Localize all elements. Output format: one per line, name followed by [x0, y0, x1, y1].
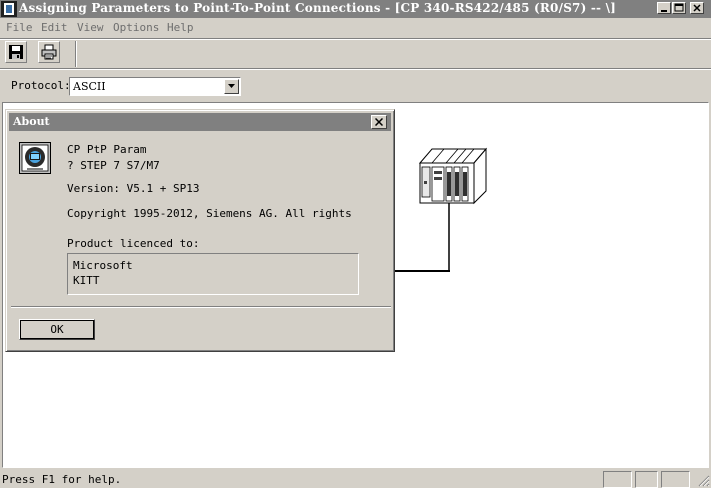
- close-icon: [693, 4, 701, 12]
- menu-help[interactable]: Help: [167, 21, 194, 34]
- print-button[interactable]: [38, 41, 60, 63]
- about-copyright: Copyright 1995-2012, Siemens AG. All rig…: [67, 207, 352, 220]
- plc-rack-icon[interactable]: [416, 147, 490, 273]
- status-panel-2: [635, 471, 658, 488]
- licensee-line-2: KITT: [73, 274, 100, 287]
- menu-file[interactable]: File: [6, 21, 33, 34]
- about-separator: [11, 306, 391, 308]
- ok-button[interactable]: OK: [19, 319, 95, 340]
- minimize-icon: [661, 10, 667, 12]
- menu-bar: File Edit View Options Help: [0, 18, 711, 38]
- app-icon[interactable]: [1, 1, 17, 17]
- protocol-label: Protocol:: [11, 79, 71, 92]
- menu-options[interactable]: Options: [113, 21, 159, 34]
- close-icon: [375, 118, 383, 126]
- close-button[interactable]: [690, 2, 704, 14]
- toolbar-bottom-divider: [0, 68, 711, 70]
- cp-ptp-param-icon: [19, 142, 51, 174]
- menu-view[interactable]: View: [77, 21, 104, 34]
- about-close-button[interactable]: [371, 115, 387, 129]
- save-button[interactable]: [5, 41, 27, 63]
- status-panel-1: [603, 471, 632, 488]
- window-title: Assigning Parameters to Point-To-Point C…: [19, 1, 617, 15]
- about-licensed-label: Product licenced to:: [67, 237, 200, 250]
- about-titlebar[interactable]: About: [9, 113, 391, 131]
- about-platform: ? STEP 7 S7/M7: [67, 159, 160, 172]
- about-title: About: [13, 115, 50, 128]
- licensee-box: Microsoft KITT: [67, 253, 359, 295]
- maximize-icon: [674, 3, 684, 12]
- about-version: Version: V5.1 + SP13: [67, 182, 200, 195]
- save-icon: [9, 45, 23, 59]
- toolbar-top-divider: [0, 38, 711, 40]
- about-product-name: CP PtP Param: [67, 143, 147, 156]
- protocol-select[interactable]: ASCII: [69, 77, 241, 96]
- protocol-value: ASCII: [73, 80, 106, 93]
- menu-edit[interactable]: Edit: [41, 21, 68, 34]
- connection-line: [393, 270, 450, 272]
- status-panel-3: [661, 471, 690, 488]
- licensee-line-1: Microsoft: [73, 259, 133, 272]
- status-text: Press F1 for help.: [2, 473, 122, 486]
- toolbar-divider: [75, 41, 77, 67]
- minimize-button[interactable]: [657, 2, 671, 14]
- print-icon: [41, 44, 57, 60]
- window-titlebar[interactable]: Assigning Parameters to Point-To-Point C…: [0, 0, 711, 18]
- chevron-down-icon: [228, 84, 235, 88]
- protocol-dropdown-button[interactable]: [224, 79, 239, 94]
- size-grip-icon[interactable]: [696, 473, 710, 487]
- maximize-button[interactable]: [672, 2, 686, 14]
- about-dialog: About CP PtP Param ? STEP 7 S7/M7 Versio…: [5, 109, 395, 352]
